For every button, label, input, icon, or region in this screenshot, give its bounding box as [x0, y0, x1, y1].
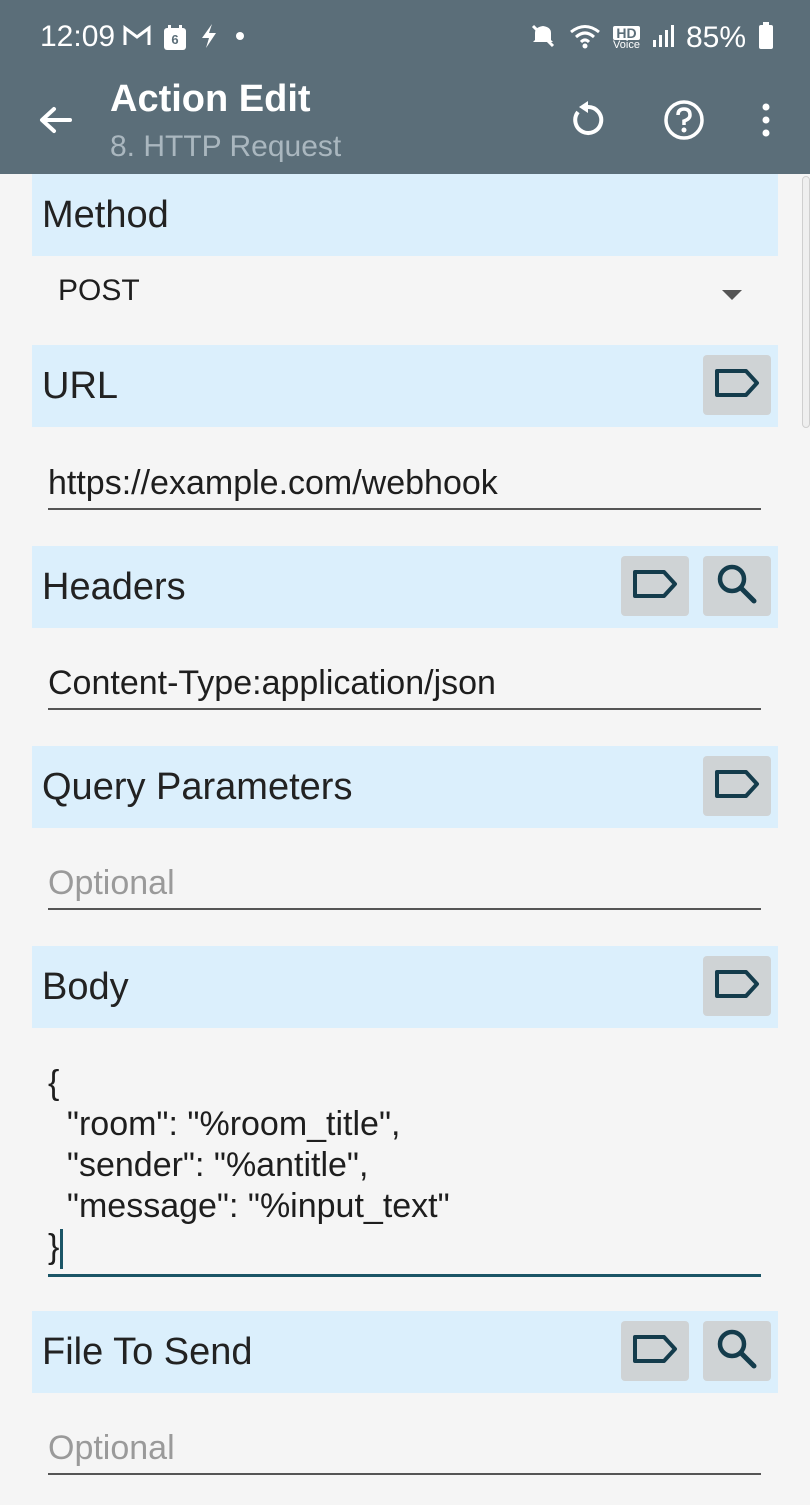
app-bar: 12:09 6 HD Voice 85% Action Edit 8. HTTP… — [0, 0, 810, 174]
body-line: { — [48, 1064, 60, 1102]
headers-label: Headers — [42, 566, 186, 608]
notification-icons: 6 — [122, 22, 250, 54]
file-input[interactable]: Optional — [48, 1423, 761, 1475]
query-label: Query Parameters — [42, 766, 353, 808]
body-closing-brace: } — [48, 1228, 60, 1266]
body-line: "message": "%input_text" — [48, 1187, 450, 1225]
body-section-header: Body — [32, 946, 778, 1028]
scrollbar[interactable] — [802, 176, 810, 428]
page-title: Action Edit — [110, 78, 311, 120]
voice-label: Voice — [613, 38, 640, 51]
url-section-header: URL — [32, 345, 778, 427]
gmail-icon — [122, 24, 152, 53]
headers-variable-button[interactable] — [621, 556, 689, 616]
tag-icon — [631, 568, 679, 605]
calendar-day: 6 — [171, 32, 179, 47]
file-section-header: File To Send — [32, 1311, 778, 1393]
battery-icon — [758, 21, 774, 55]
back-arrow-icon[interactable] — [34, 98, 78, 142]
file-variable-button[interactable] — [621, 1321, 689, 1381]
headers-input[interactable]: Content-Type:application/json — [48, 658, 761, 710]
method-section-header: Method — [32, 174, 778, 256]
reset-icon[interactable] — [566, 96, 610, 144]
method-dropdown[interactable]: POST — [58, 274, 140, 308]
query-variable-button[interactable] — [703, 756, 771, 816]
file-search-button[interactable] — [703, 1321, 771, 1381]
url-label: URL — [42, 365, 119, 407]
search-icon — [715, 562, 759, 611]
url-input[interactable]: https://example.com/webhook — [48, 458, 761, 510]
url-variable-button[interactable] — [703, 355, 771, 415]
headers-section-header: Headers — [32, 546, 778, 628]
system-icons: HD Voice 85% — [529, 20, 774, 56]
calendar-icon: 6 — [162, 24, 188, 52]
tag-icon — [713, 367, 761, 404]
search-icon — [715, 1327, 759, 1376]
dot-icon — [230, 26, 250, 51]
mute-icon — [529, 22, 557, 55]
body-line: "sender": "%antitle", — [48, 1146, 369, 1184]
method-label: Method — [42, 194, 169, 236]
tag-icon — [631, 1333, 679, 1370]
body-line-last: } — [48, 1227, 761, 1270]
tag-icon — [713, 968, 761, 1005]
dropdown-arrow-icon[interactable] — [722, 290, 742, 300]
signal-icon — [652, 24, 674, 53]
body-input[interactable]: { "room": "%room_title", "sender": "%ant… — [48, 1063, 761, 1277]
query-section-header: Query Parameters — [32, 746, 778, 828]
text-cursor — [60, 1229, 64, 1270]
body-variable-button[interactable] — [703, 956, 771, 1016]
more-vert-icon[interactable] — [744, 96, 788, 144]
body-label: Body — [42, 966, 129, 1008]
hd-voice-icon: HD Voice — [613, 25, 640, 51]
body-line: "room": "%room_title", — [48, 1105, 401, 1143]
page-subtitle: 8. HTTP Request — [110, 130, 342, 163]
hd-label: HD — [613, 25, 640, 40]
flash-icon — [198, 22, 220, 55]
headers-search-button[interactable] — [703, 556, 771, 616]
status-time: 12:09 — [40, 20, 116, 53]
battery-percent: 85% — [685, 21, 746, 54]
file-label: File To Send — [42, 1331, 253, 1373]
tag-icon — [713, 768, 761, 805]
query-input[interactable]: Optional — [48, 858, 761, 910]
help-icon[interactable] — [662, 96, 706, 144]
wifi-icon — [569, 23, 601, 54]
